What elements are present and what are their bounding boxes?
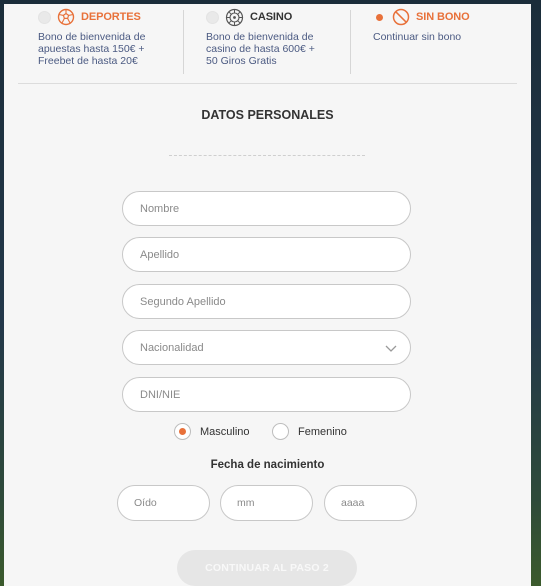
gender-option-male[interactable]: Masculino	[174, 423, 250, 440]
second-last-name-input[interactable]	[122, 284, 411, 319]
section-divider	[169, 155, 365, 156]
bonus-selector: DEPORTES Bono de bienvenida de apuestas …	[18, 4, 517, 84]
dob-year-input[interactable]	[324, 485, 417, 521]
bonus-radio-sin-bono[interactable]	[373, 11, 386, 24]
bonus-divider	[350, 10, 351, 74]
nationality-placeholder: Nacionalidad	[140, 341, 204, 354]
bonus-desc-line: apuestas hasta 150€ +	[38, 43, 145, 55]
soccer-ball-icon	[57, 8, 75, 26]
dob-month-input[interactable]	[220, 485, 313, 521]
dob-day-input[interactable]	[117, 485, 210, 521]
bonus-option-casino[interactable]: CASINO Bono de bienvenida de casino de h…	[206, 8, 315, 67]
bonus-title-deportes: DEPORTES	[81, 11, 141, 23]
last-name-input[interactable]	[122, 237, 411, 272]
bonus-desc-sin-bono: Continuar sin bono	[373, 31, 470, 43]
nationality-select[interactable]: Nacionalidad	[122, 330, 411, 365]
gender-label-male: Masculino	[200, 425, 250, 438]
gender-radio-female[interactable]	[272, 423, 289, 440]
first-name-input[interactable]	[122, 191, 411, 226]
bonus-desc-deportes: Bono de bienvenida de apuestas hasta 150…	[38, 31, 145, 67]
registration-panel: DEPORTES Bono de bienvenida de apuestas …	[4, 4, 531, 586]
no-bonus-icon	[392, 8, 410, 26]
gender-label-female: Femenino	[298, 425, 347, 438]
section-title: DATOS PERSONALES	[201, 108, 334, 122]
bonus-radio-deportes[interactable]	[38, 10, 51, 24]
gender-radio-male[interactable]	[174, 423, 191, 440]
continue-step-2-button[interactable]: CONTINUAR AL PASO 2	[177, 550, 357, 586]
bonus-desc-line: Continuar sin bono	[373, 31, 462, 43]
bonus-title-casino: CASINO	[250, 11, 293, 23]
bonus-desc-line: Bono de bienvenida de	[38, 31, 146, 43]
bonus-desc-casino: Bono de bienvenida de casino de hasta 60…	[206, 31, 315, 67]
bonus-option-sin-bono[interactable]: SIN BONO Continuar sin bono	[373, 8, 470, 43]
bonus-desc-line: 50 Giros Gratis	[206, 55, 277, 67]
bonus-option-deportes[interactable]: DEPORTES Bono de bienvenida de apuestas …	[38, 8, 145, 67]
dob-title: Fecha de nacimiento	[210, 459, 325, 471]
dni-input[interactable]	[122, 377, 411, 412]
bonus-desc-line: Bono de bienvenida de	[206, 31, 314, 43]
chevron-down-icon	[385, 345, 397, 352]
gender-option-female[interactable]: Femenino	[272, 423, 347, 440]
bonus-divider	[183, 10, 184, 74]
bonus-desc-line: Freebet de hasta 20€	[38, 55, 138, 67]
bonus-desc-line: casino de hasta 600€ +	[206, 43, 315, 55]
bonus-radio-casino[interactable]	[206, 10, 219, 24]
bonus-title-sin-bono: SIN BONO	[416, 11, 470, 23]
roulette-wheel-icon	[225, 8, 244, 26]
